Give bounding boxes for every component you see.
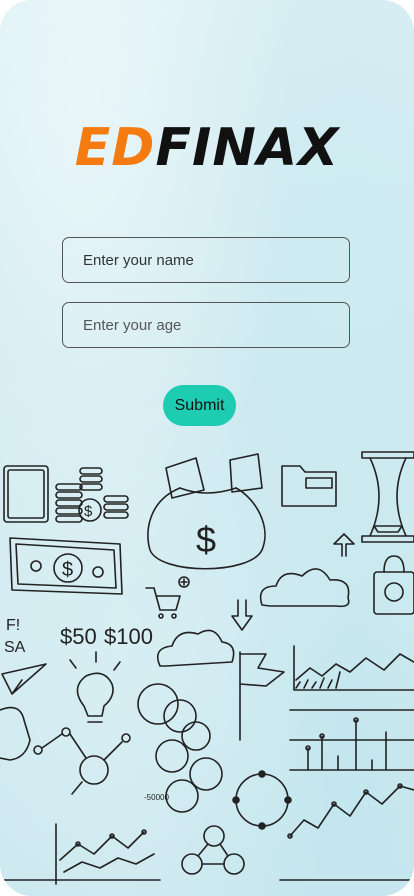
scatter-chart-sketch-icon bbox=[3, 823, 161, 885]
banknote-icon: $ bbox=[9, 537, 123, 595]
age-input[interactable] bbox=[62, 302, 350, 348]
coin-stack-icon: $ bbox=[55, 467, 129, 523]
price-b-text: $100 bbox=[104, 624, 153, 649]
flag-icon bbox=[239, 651, 285, 741]
paper-plane-icon bbox=[1, 663, 47, 695]
stick-chart-sketch-icon bbox=[289, 709, 414, 771]
finance-sketch-illustration: $ $ $ F! SA $50 $100 -50000 bbox=[0, 451, 414, 885]
app-screen: EDFINAX Submit $ bbox=[0, 0, 414, 896]
folder-icon bbox=[281, 465, 337, 507]
bottom-line-chart-icon bbox=[279, 783, 414, 881]
cloud-small-icon bbox=[156, 629, 235, 667]
lightbulb-icon bbox=[69, 651, 121, 723]
cycle-diagram-icon bbox=[232, 770, 292, 830]
cloud-icon bbox=[259, 568, 350, 608]
hourglass-icon bbox=[361, 451, 414, 543]
logo-part-ed: ED bbox=[74, 118, 156, 178]
submit-button[interactable]: Submit bbox=[163, 385, 236, 426]
line-chart-sketch-icon bbox=[293, 645, 414, 691]
sale-text: SA bbox=[4, 639, 26, 656]
price-a-text: $50 bbox=[60, 624, 97, 649]
name-input[interactable] bbox=[62, 237, 350, 283]
down-arrow-icon bbox=[231, 599, 253, 631]
app-logo: EDFINAX bbox=[0, 122, 414, 174]
money-bag-icon: $ bbox=[147, 453, 266, 570]
up-arrow-icon bbox=[333, 533, 355, 557]
lock-icon bbox=[373, 555, 414, 615]
svg-text:$: $ bbox=[84, 503, 93, 520]
shopping-cart-icon bbox=[145, 576, 190, 619]
svg-text:$: $ bbox=[196, 519, 216, 560]
svg-text:$: $ bbox=[62, 559, 73, 581]
svg-text:-50000: -50000 bbox=[144, 793, 169, 802]
card-sketch-icon bbox=[3, 465, 49, 523]
f-text: F! bbox=[6, 617, 20, 634]
venn-sketch-icon: -50000 bbox=[137, 683, 223, 813]
flowchart-sketch-icon bbox=[181, 825, 245, 875]
logo-part-finax: FINAX bbox=[155, 118, 340, 178]
hand-icon bbox=[0, 706, 31, 761]
network-diagram-icon bbox=[33, 727, 131, 795]
